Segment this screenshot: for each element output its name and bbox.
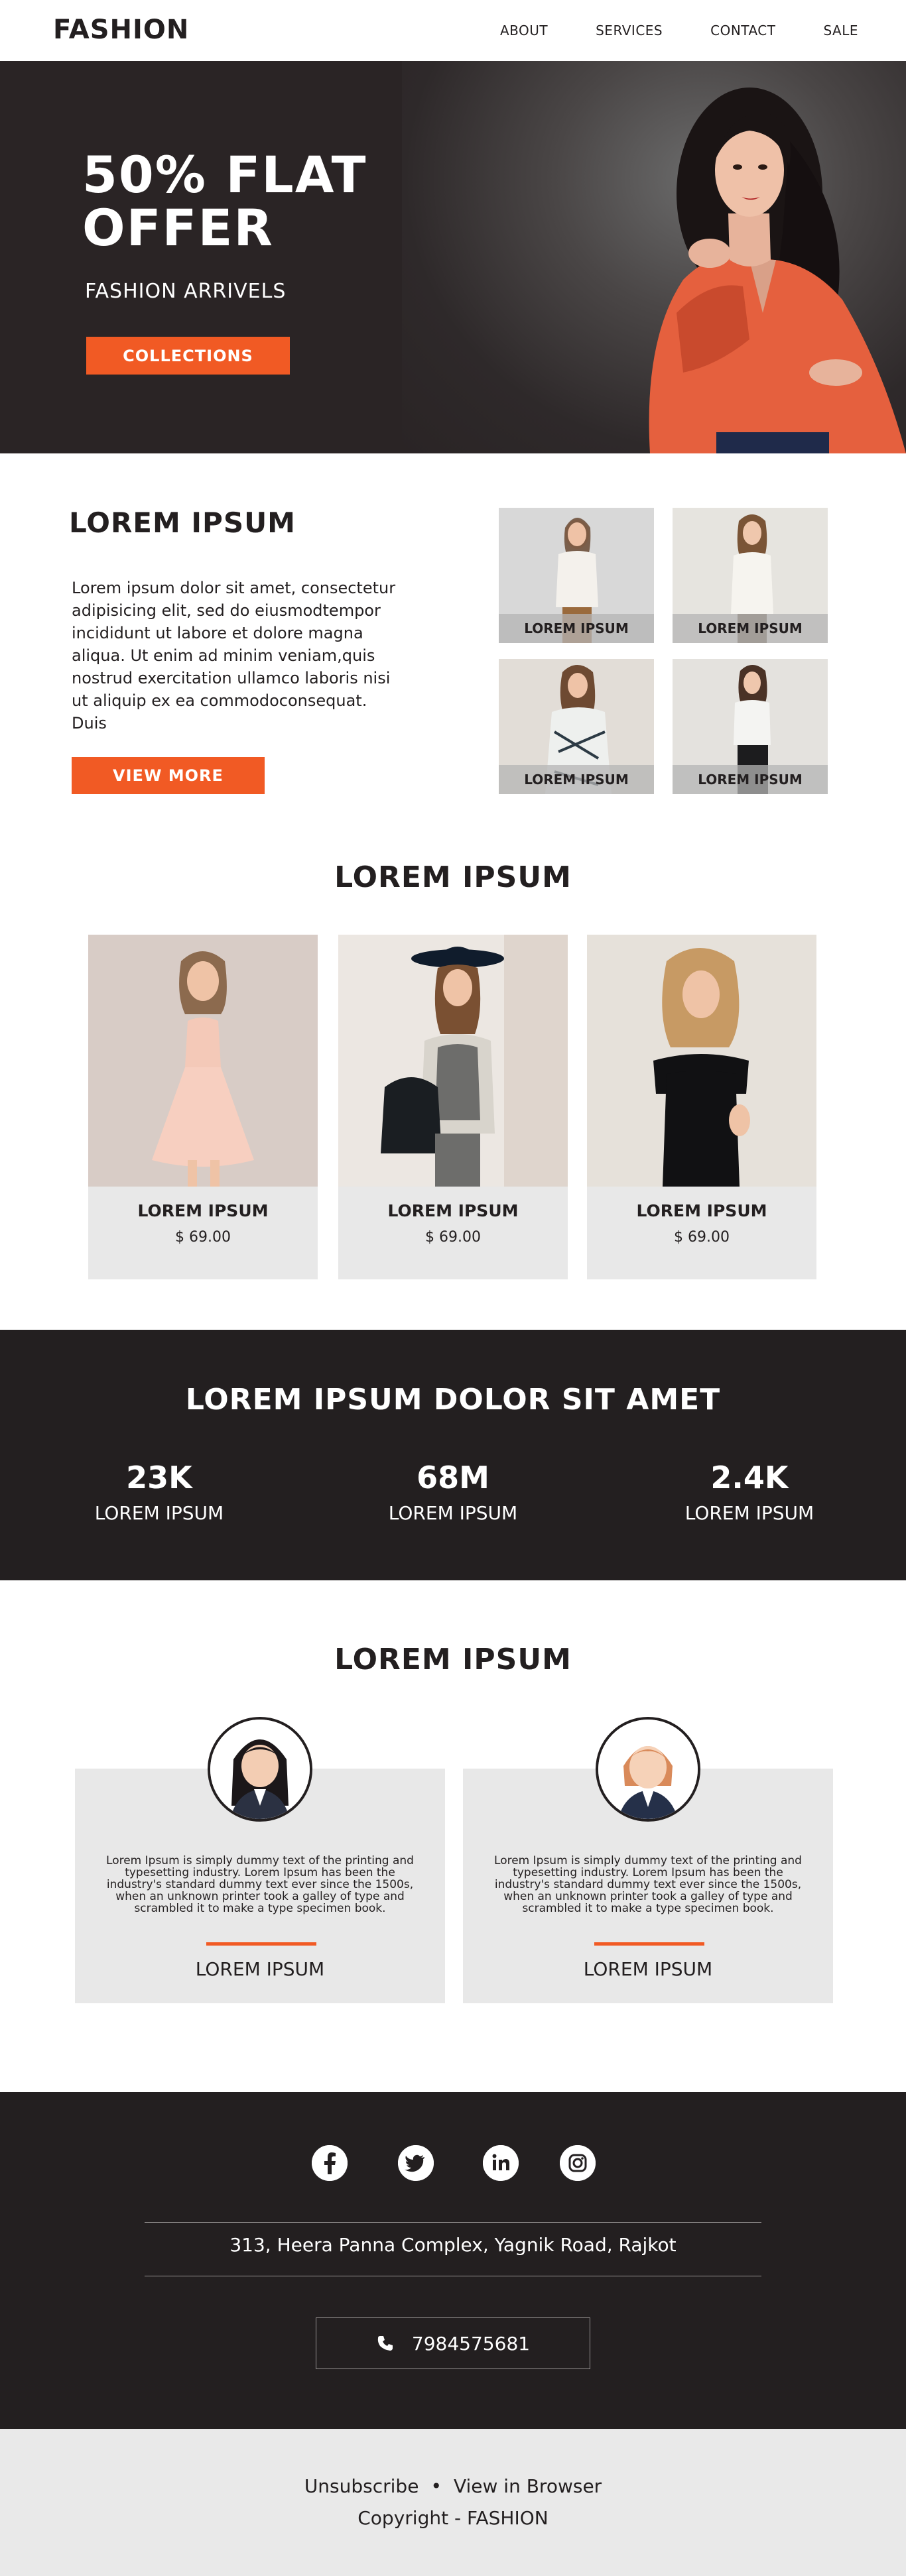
stat-label: LOREM IPSUM <box>94 1502 224 1524</box>
product-name: LOREM IPSUM <box>387 1201 519 1220</box>
hero-model-image <box>649 88 906 453</box>
stat-item-3: 2.4K LOREM IPSUM <box>650 1460 849 1524</box>
phone-button[interactable]: 7984575681 <box>316 2317 590 2369</box>
address: 313, Heera Panna Complex, Yagnik Road, R… <box>229 2234 677 2256</box>
product-name: LOREM IPSUM <box>137 1201 269 1220</box>
product-price: $ 69.00 <box>175 1229 231 1246</box>
copyright: Copyright - FASHION <box>357 2507 549 2529</box>
stat-value: 2.4K <box>710 1460 789 1495</box>
footer-links: Unsubscribe • View in Browser <box>0 2475 906 2497</box>
intro-title: LOREM IPSUM <box>69 506 296 539</box>
view-more-button[interactable]: VIEW MORE <box>72 757 265 794</box>
unsubscribe-link[interactable]: Unsubscribe <box>304 2475 419 2497</box>
avatar <box>208 1717 312 1822</box>
intro-text: Lorem ipsum dolor sit amet, consectetur … <box>72 579 396 732</box>
product-image <box>338 935 568 1187</box>
thumb-caption: LOREM IPSUM <box>673 614 828 643</box>
footer: 313, Heera Panna Complex, Yagnik Road, R… <box>0 2092 906 2429</box>
product-name: LOREM IPSUM <box>636 1201 767 1220</box>
intro-thumb-1[interactable]: LOREM IPSUM <box>499 508 654 643</box>
intro-thumb-4[interactable]: LOREM IPSUM <box>673 659 828 794</box>
product-card-2[interactable]: LOREM IPSUM $ 69.00 <box>338 935 568 1279</box>
phone-number: 7984575681 <box>411 2332 531 2355</box>
testimonial-name: LOREM IPSUM <box>583 1958 713 1980</box>
testimonial-text: Lorem Ipsum is simply dummy text of the … <box>106 1854 414 1915</box>
thumb-caption: LOREM IPSUM <box>499 614 654 643</box>
view-in-browser-link[interactable]: View in Browser <box>454 2475 602 2497</box>
twitter-icon[interactable] <box>398 2145 434 2181</box>
product-image <box>88 935 318 1187</box>
logo[interactable]: FASHION <box>53 15 189 45</box>
stat-label: LOREM IPSUM <box>388 1502 518 1524</box>
email-page: FASHION ABOUT SERVICES CONTACT SALE 50% … <box>0 0 906 2576</box>
separator-dot: • <box>430 2475 442 2497</box>
divider <box>145 2222 761 2223</box>
avatar-illustration <box>210 1720 310 1819</box>
stats-section: LOREM IPSUM DOLOR SIT AMET 23K LOREM IPS… <box>0 1330 906 1580</box>
instagram-icon[interactable] <box>560 2145 596 2181</box>
product-image <box>587 935 816 1187</box>
stat-value: 23K <box>126 1460 192 1495</box>
phone-icon <box>377 2336 393 2351</box>
intro-thumb-2[interactable]: LOREM IPSUM <box>673 508 828 643</box>
stats-title: LOREM IPSUM DOLOR SIT AMET <box>185 1383 721 1417</box>
hero-subtitle: FASHION ARRIVELS <box>85 280 287 303</box>
testimonial-text: Lorem Ipsum is simply dummy text of the … <box>494 1854 802 1915</box>
thumb-caption: LOREM IPSUM <box>499 765 654 794</box>
nav-services-link[interactable]: SERVICES <box>596 23 663 38</box>
testimonial-divider <box>594 1942 704 1946</box>
product-price: $ 69.00 <box>674 1229 730 1246</box>
avatar-illustration <box>598 1720 698 1819</box>
intro-thumb-3[interactable]: LOREM IPSUM <box>499 659 654 794</box>
hero-title-line1: 50% FLAT <box>82 145 367 204</box>
testimonials-title: LOREM IPSUM <box>334 1643 572 1676</box>
collections-button[interactable]: COLLECTIONS <box>86 337 290 375</box>
testimonial-name: LOREM IPSUM <box>195 1958 325 1980</box>
product-price: $ 69.00 <box>425 1229 481 1246</box>
hero-title: 50% FLAT OFFER <box>82 148 367 255</box>
hero-banner: 50% FLAT OFFER FASHION ARRIVELS COLLECTI… <box>0 61 906 453</box>
nav-contact-link[interactable]: CONTACT <box>710 23 775 38</box>
nav-sale-link[interactable]: SALE <box>823 23 858 38</box>
stat-item-2: 68M LOREM IPSUM <box>354 1460 552 1524</box>
products-title: LOREM IPSUM <box>334 860 572 894</box>
product-card-3[interactable]: LOREM IPSUM $ 69.00 <box>587 935 816 1279</box>
header: FASHION ABOUT SERVICES CONTACT SALE <box>0 0 906 61</box>
testimonial-divider <box>206 1942 316 1946</box>
nav-about-link[interactable]: ABOUT <box>500 23 548 38</box>
stat-value: 68M <box>417 1460 489 1495</box>
linkedin-icon[interactable] <box>483 2145 519 2181</box>
facebook-icon[interactable] <box>312 2145 348 2181</box>
thumb-caption: LOREM IPSUM <box>673 765 828 794</box>
top-nav: ABOUT SERVICES CONTACT SALE <box>500 23 858 38</box>
avatar <box>596 1717 700 1822</box>
stat-item-1: 23K LOREM IPSUM <box>60 1460 259 1524</box>
hero-title-line2: OFFER <box>82 198 274 257</box>
footer-bottom: Unsubscribe • View in Browser Copyright - … <box>0 2429 906 2576</box>
product-card-1[interactable]: LOREM IPSUM $ 69.00 <box>88 935 318 1279</box>
stat-label: LOREM IPSUM <box>684 1502 814 1524</box>
